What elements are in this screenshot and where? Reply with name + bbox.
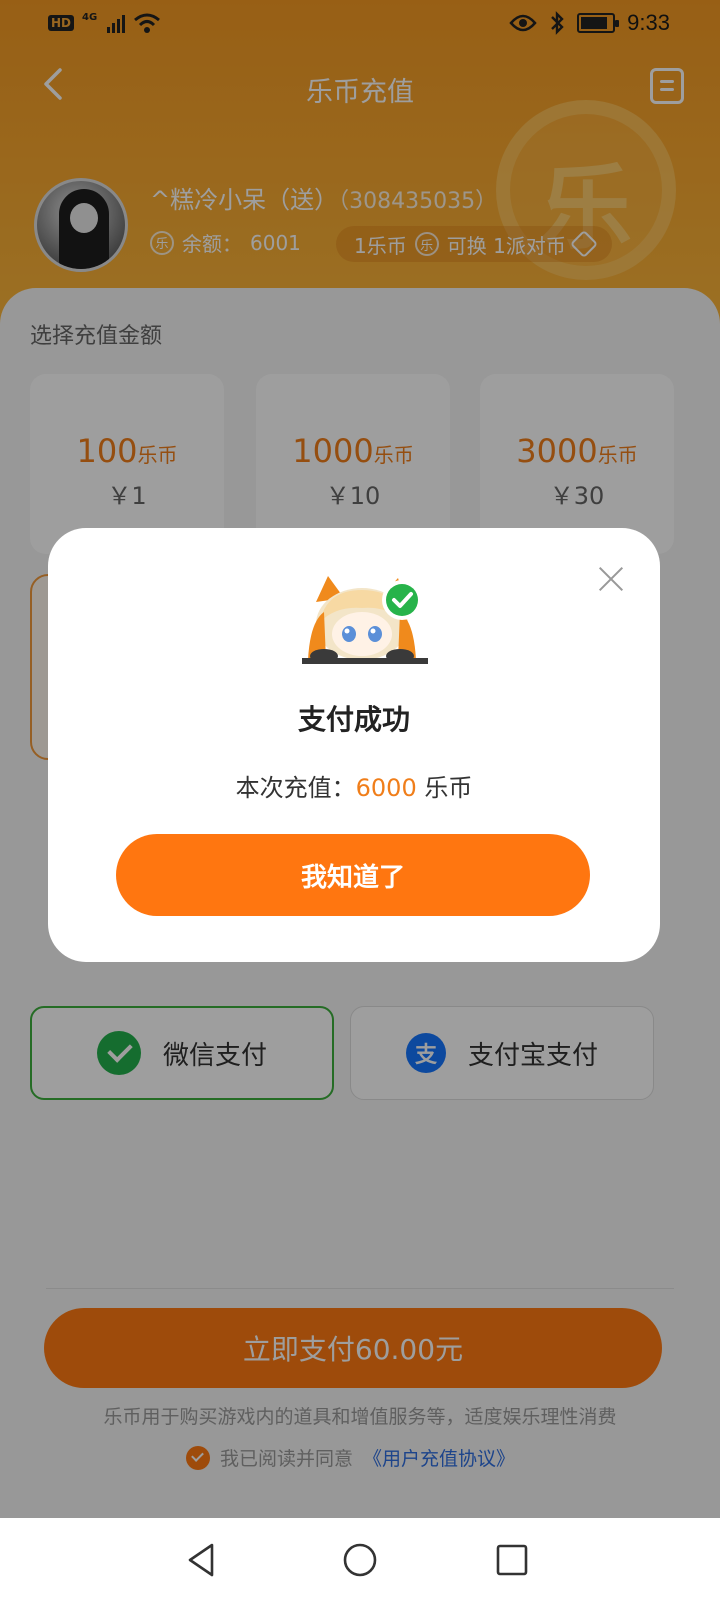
dialog-title: 支付成功 — [297, 703, 410, 736]
message-amount: 6000 — [355, 774, 417, 802]
back-triangle-icon[interactable] — [182, 1540, 222, 1580]
dialog-message: 本次充值：6000 乐币 — [48, 768, 660, 803]
recents-square-icon[interactable] — [492, 1540, 532, 1580]
mascot-success-icon — [302, 576, 428, 664]
close-icon[interactable] — [598, 566, 624, 592]
message-prefix: 本次充值： — [235, 774, 356, 802]
home-circle-icon[interactable] — [340, 1540, 380, 1580]
confirm-button[interactable]: 我知道了 — [116, 834, 590, 916]
message-unit: 乐币 — [416, 774, 473, 802]
system-nav-bar — [0, 1518, 720, 1600]
payment-success-dialog: 支付成功 本次充值：6000 乐币 我知道了 — [48, 528, 660, 962]
